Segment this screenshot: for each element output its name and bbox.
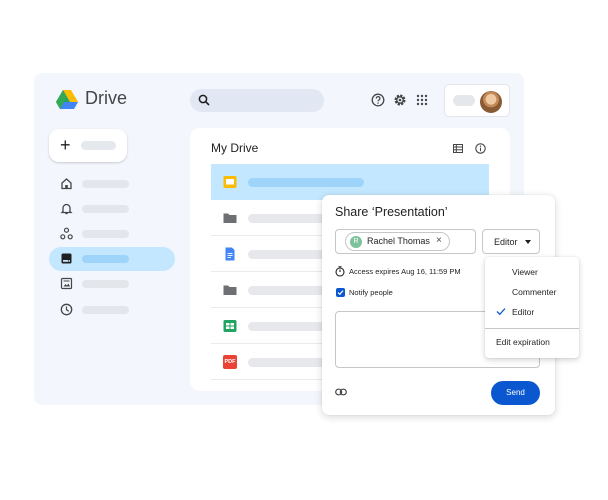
help-icon[interactable]: [371, 93, 385, 107]
share-dialog-title: Share ‘Presentation’: [335, 205, 448, 219]
gear-icon[interactable]: [393, 93, 407, 107]
avatar[interactable]: [480, 91, 502, 113]
sidebar-item-recent[interactable]: [49, 298, 175, 322]
shared-icon: [60, 227, 73, 240]
chip-avatar: R: [350, 236, 362, 248]
sheets-file-icon: [223, 320, 237, 332]
caret-down-icon: [525, 240, 531, 244]
slides-file-icon: [223, 176, 237, 188]
menu-divider: [485, 328, 579, 329]
plus-icon: +: [60, 135, 71, 155]
apps-grid-icon[interactable]: [415, 93, 429, 107]
chip-name: Rachel Thomas: [367, 236, 430, 246]
sidebar-item-label-placeholder: [82, 180, 129, 188]
sidebar-item-label-placeholder: [82, 230, 129, 238]
person-chip[interactable]: R Rachel Thomas ×: [345, 232, 450, 251]
page-title: My Drive: [211, 141, 259, 155]
menu-item-viewer[interactable]: Viewer: [512, 267, 538, 277]
check-icon: [496, 308, 506, 316]
role-value: Editor: [494, 237, 518, 247]
sidebar-item-home[interactable]: [49, 172, 175, 196]
pdf-file-icon: PDF: [223, 355, 237, 369]
account-switcher[interactable]: [444, 84, 510, 117]
menu-item-commenter[interactable]: Commenter: [512, 287, 556, 297]
account-name-placeholder: [453, 95, 475, 106]
sidebar-item-activity[interactable]: [49, 197, 175, 221]
checkmark-icon: [337, 290, 344, 296]
link-icon[interactable]: [335, 388, 347, 396]
photos-icon: [60, 277, 73, 290]
sidebar-item-label-placeholder: [82, 280, 129, 288]
menu-item-editor[interactable]: Editor: [512, 307, 534, 317]
new-button[interactable]: +: [49, 129, 127, 162]
folder-icon: [223, 285, 237, 295]
app-name: Drive: [85, 88, 128, 108]
new-button-label-placeholder: [81, 141, 116, 150]
folder-icon: [223, 213, 237, 223]
file-name-placeholder: [248, 178, 364, 187]
role-dropdown[interactable]: Editor: [482, 229, 540, 254]
home-icon: [61, 178, 72, 190]
notify-label: Notify people: [349, 288, 393, 297]
sidebar-item-my-drive[interactable]: [49, 247, 175, 271]
sidebar-item-photos[interactable]: [49, 272, 175, 296]
list-view-icon[interactable]: [453, 144, 463, 153]
search-bar[interactable]: [190, 89, 324, 112]
drive-logo-icon: [56, 90, 78, 109]
info-icon[interactable]: [475, 143, 486, 154]
notify-checkbox[interactable]: [336, 288, 345, 297]
docs-file-icon: [225, 247, 235, 261]
drive-icon: [61, 253, 72, 264]
sidebar-item-label-placeholder: [82, 306, 129, 314]
sidebar-item-label-placeholder: [82, 255, 129, 263]
menu-item-edit-expiration[interactable]: Edit expiration: [496, 337, 550, 347]
timer-icon: [335, 266, 345, 277]
send-button[interactable]: Send: [491, 381, 540, 405]
bell-icon: [60, 203, 73, 215]
pdf-icon-label: PDF: [224, 359, 236, 365]
close-icon[interactable]: ×: [436, 235, 442, 247]
search-icon: [198, 94, 210, 106]
sidebar-item-label-placeholder: [82, 205, 129, 213]
clock-icon: [60, 303, 73, 316]
access-expiry-text: Access expires Aug 16, 11:59 PM: [349, 267, 461, 276]
sidebar-item-shared[interactable]: [49, 222, 175, 246]
